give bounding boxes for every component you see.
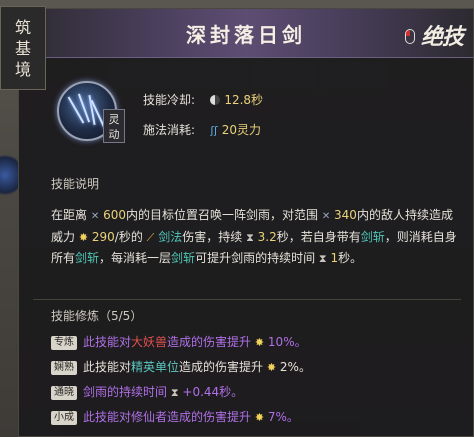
mod-value: +0.44秒。	[182, 385, 244, 399]
mod-text: 剑雨的持续时间	[83, 385, 168, 399]
desc-text: 可提升剑雨的持续时间	[195, 251, 316, 265]
mod-text: 此技能对	[83, 360, 132, 374]
mods-header: 技能修炼（5/5）	[51, 309, 143, 323]
sun-icon: ✸	[254, 336, 265, 349]
desc-power-value: 290	[91, 230, 115, 244]
ult-label: 绝技	[421, 24, 464, 50]
skill-description: 在距离 ✕ 600内的目标位置召唤一阵剑雨，对范围 ✕ 340内的敌人持续造成威…	[51, 205, 461, 269]
hourglass-icon: ⧗	[170, 386, 179, 399]
mod-badge: 专炼	[51, 336, 77, 350]
sun-icon: ✸	[254, 411, 265, 424]
mana-icon: ʃʃ	[210, 124, 218, 137]
power-icon: ✸	[78, 231, 89, 244]
sun-icon: ✸	[266, 361, 277, 374]
mod-text: 造成的伤害提升	[179, 360, 264, 374]
cooldown-row: 技能冷却: 12.8秒	[143, 91, 263, 108]
tag-char: 动	[108, 128, 120, 141]
mod-text: 造成的伤害提升	[167, 335, 252, 349]
tag-char: 灵	[108, 113, 120, 126]
desc-text: 秒，若自身带有	[276, 230, 361, 244]
desc-keyword: 剑法	[158, 230, 183, 244]
desc-range-value: 340	[334, 208, 357, 222]
skill-type-tag: 灵 动	[103, 109, 125, 143]
realm-char: 境	[14, 59, 31, 79]
mouse-icon	[405, 29, 415, 44]
mod-value: 7%。	[267, 410, 299, 424]
mod-text: 此技能对	[83, 335, 132, 349]
realm-char: 基	[14, 38, 31, 58]
desc-text: 在距离	[51, 208, 88, 222]
cooldown-value: 12.8秒	[224, 93, 264, 107]
realm-label: 筑 基 境	[0, 6, 46, 90]
cost-row: 施法消耗: ʃʃ 20灵力	[143, 121, 261, 138]
mod-badge: 娴熟	[51, 361, 77, 375]
desc-duration-value: 3.2	[257, 230, 277, 244]
mod-highlight: 精英单位	[131, 360, 180, 374]
desc-range-value: 600	[103, 208, 126, 222]
mod-badge: 小成	[51, 411, 77, 425]
skill-tooltip: 深封落日剑 绝技 灵 动 技能冷却: 12.8秒 施法消耗: ʃʃ 20灵力 技能…	[18, 8, 474, 437]
mod-row: 通晓 剑雨的持续时间 ⧗ +0.44秒。	[51, 383, 243, 401]
mod-highlight: 大妖兽	[131, 335, 168, 349]
cooldown-label: 技能冷却:	[143, 93, 196, 107]
mod-text: 此技能对修仙者造成的伤害提升	[83, 410, 252, 424]
moon-icon	[210, 95, 221, 105]
hourglass-icon: ⧗	[246, 231, 254, 244]
desc-text: 秒。	[338, 251, 363, 265]
desc-text: /秒的	[114, 230, 143, 244]
mod-row: 小成 此技能对修仙者造成的伤害提升 ✸ 7%。	[51, 408, 299, 426]
desc-text: ，每消耗一层	[99, 251, 172, 265]
mod-badge: 通晓	[51, 386, 77, 400]
desc-duration-value: 1	[330, 251, 339, 265]
desc-keyword: 剑斩	[360, 230, 385, 244]
desc-text: 内的目标位置召唤一阵剑雨，对范围	[125, 208, 318, 222]
realm-char: 筑	[14, 17, 31, 37]
mod-value: 10%。	[267, 335, 307, 349]
mod-row: 专炼 此技能对大妖兽造成的伤害提升 ✸ 10%。	[51, 333, 307, 351]
title-bar: 深封落日剑 绝技	[19, 9, 473, 58]
sword-icon: ⟋	[146, 231, 155, 244]
section-divider	[33, 299, 461, 300]
desc-text: 伤害，持续	[182, 230, 243, 244]
mod-row: 娴熟 此技能对精英单位造成的伤害提升 ✸ 2%。	[51, 358, 311, 376]
cost-value: 20灵力	[221, 123, 261, 137]
range-icon: ✕	[90, 211, 100, 222]
mod-value: 2%。	[279, 360, 311, 374]
desc-keyword: 剑斩	[75, 251, 100, 265]
description-header: 技能说明	[51, 177, 100, 191]
desc-keyword: 剑斩	[171, 251, 196, 265]
hourglass-icon: ⧗	[318, 252, 327, 265]
cost-label: 施法消耗:	[143, 123, 196, 137]
range-icon: ✕	[321, 211, 331, 222]
